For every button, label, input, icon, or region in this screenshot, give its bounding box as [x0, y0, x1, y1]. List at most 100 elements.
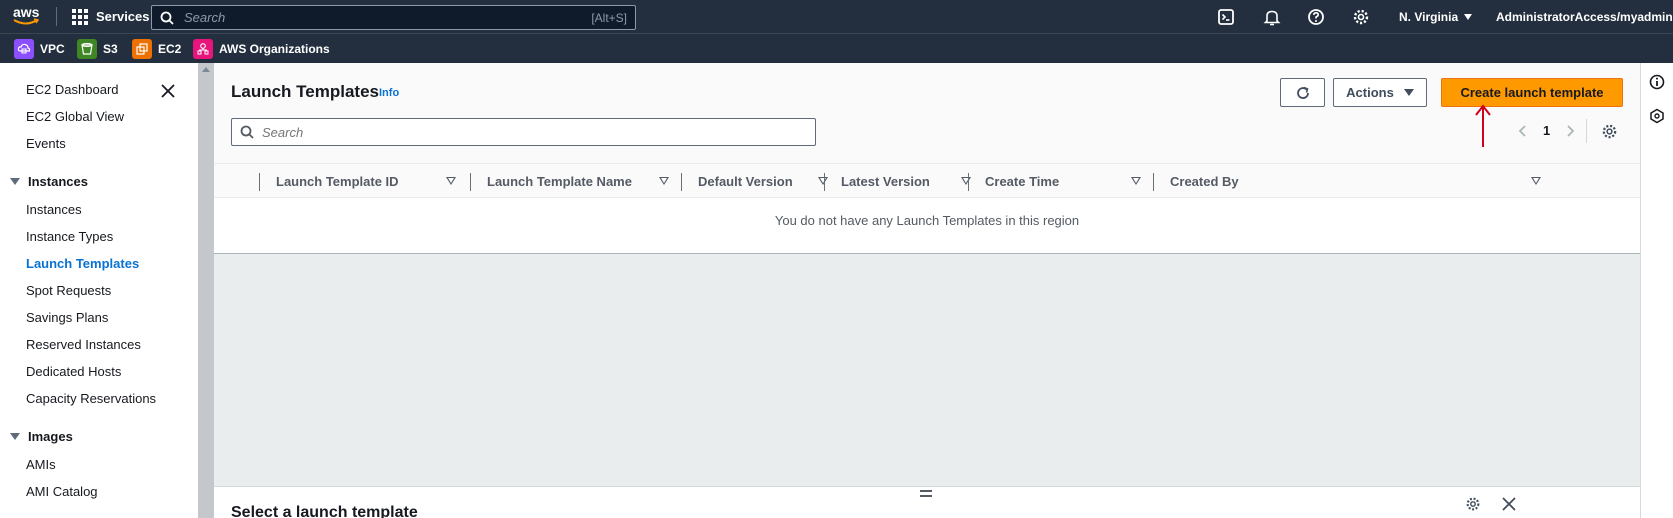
region-selector[interactable]: N. Virginia: [1399, 0, 1473, 33]
sidebar-item-amis[interactable]: AMIs: [26, 457, 56, 472]
previous-page-icon[interactable]: [1517, 124, 1529, 138]
scroll-up-arrow-icon[interactable]: [202, 67, 210, 72]
next-page-icon[interactable]: [1564, 124, 1576, 138]
favorite-label: S3: [103, 42, 118, 56]
split-panel: Select a launch template: [214, 486, 1640, 518]
split-panel-settings-gear-icon[interactable]: [1465, 496, 1481, 512]
search-icon: [160, 11, 174, 25]
column-header-default-version[interactable]: Default Version: [698, 164, 828, 199]
sidebar-item-reserved-instances[interactable]: Reserved Instances: [26, 337, 141, 352]
split-panel-title: Select a launch template: [231, 504, 418, 518]
column-divider[interactable]: [824, 173, 825, 191]
close-icon[interactable]: [1502, 497, 1516, 511]
sidebar-section-title: Images: [28, 429, 73, 444]
create-launch-template-button[interactable]: Create launch template: [1441, 78, 1623, 107]
pagination: 1: [1517, 123, 1576, 138]
services-menu-button[interactable]: Services: [72, 0, 150, 33]
favorite-aws-organizations[interactable]: AWS Organizations: [193, 38, 330, 60]
sidebar-section-images[interactable]: Images: [10, 429, 73, 444]
favorite-ec2[interactable]: EC2: [132, 38, 181, 60]
help-icon[interactable]: [1307, 8, 1325, 26]
sidebar-item-launch-templates[interactable]: Launch Templates: [26, 256, 139, 271]
column-header-label: Launch Template ID: [276, 174, 399, 189]
table-search-field[interactable]: [231, 118, 816, 146]
search-icon: [240, 125, 254, 139]
favorite-label: EC2: [158, 42, 182, 56]
info-link[interactable]: Info: [379, 87, 399, 99]
services-label: Services: [96, 9, 150, 24]
column-header-label: Created By: [1170, 174, 1239, 189]
launch-templates-header: Launch Templates Info Actions Create lau…: [214, 63, 1640, 163]
column-divider: [259, 173, 260, 191]
sidebar-item-ec2-dashboard[interactable]: EC2 Dashboard: [26, 82, 119, 97]
column-divider[interactable]: [681, 173, 682, 191]
cloudshell-icon[interactable]: [1217, 8, 1235, 26]
column-header-create-time[interactable]: Create Time: [985, 164, 1150, 199]
annotation-arrow-icon: [1475, 104, 1491, 147]
sidebar-scrollbar[interactable]: [198, 63, 214, 518]
split-panel-spacer: [214, 254, 1640, 486]
caret-down-icon: [1403, 89, 1414, 96]
sidebar-item-events[interactable]: Events: [26, 136, 66, 151]
s3-service-icon: [77, 39, 97, 59]
table-header: Launch Template ID Launch Template Name …: [214, 163, 1640, 198]
sidebar-item-spot-requests[interactable]: Spot Requests: [26, 283, 111, 298]
column-divider[interactable]: [470, 173, 471, 191]
sidebar-section-title: Instances: [28, 174, 88, 189]
resources-hexagon-icon[interactable]: [1649, 108, 1665, 124]
favorite-vpc[interactable]: VPC: [14, 38, 65, 60]
table-search-input[interactable]: [262, 124, 782, 140]
sidebar-item-ami-catalog[interactable]: AMI Catalog: [26, 484, 98, 499]
ec2-service-icon: [132, 39, 152, 59]
aws-smile-icon: [13, 18, 39, 25]
search-shortcut: [Alt+S]: [591, 10, 627, 25]
page-title: Launch Templates: [231, 82, 379, 101]
column-divider[interactable]: [1153, 173, 1154, 191]
sidebar-navigation: EC2 Dashboard EC2 Global View Events Ins…: [0, 63, 198, 518]
current-page-number[interactable]: 1: [1543, 123, 1550, 138]
close-icon[interactable]: [160, 83, 176, 99]
pager-divider: [1586, 119, 1587, 143]
caret-down-icon: [10, 433, 20, 440]
sort-icon: [1531, 177, 1541, 185]
sort-icon: [961, 177, 971, 185]
sidebar-item-instances[interactable]: Instances: [26, 202, 82, 217]
sidebar-item-instance-types[interactable]: Instance Types: [26, 229, 113, 244]
top-navigation: aws Services Search [Alt+S] N. Virginia …: [0, 0, 1673, 33]
resize-handle-icon[interactable]: [920, 490, 932, 500]
create-launch-template-label: Create launch template: [1460, 85, 1604, 100]
column-header-created-by[interactable]: Created By: [1170, 164, 1550, 199]
sidebar-item-capacity-reservations[interactable]: Capacity Reservations: [26, 391, 156, 406]
sort-icon: [446, 177, 456, 185]
column-header-launch-template-name[interactable]: Launch Template Name: [487, 164, 672, 199]
column-header-launch-template-id[interactable]: Launch Template ID: [276, 164, 461, 199]
actions-label: Actions: [1346, 85, 1394, 100]
column-header-label: Create Time: [985, 174, 1060, 189]
table-preferences-gear-icon[interactable]: [1601, 123, 1618, 140]
nav-divider: [56, 7, 57, 26]
favorite-s3[interactable]: S3: [77, 38, 118, 60]
actions-dropdown-button[interactable]: Actions: [1333, 78, 1427, 107]
column-header-label: Default Version: [698, 174, 793, 189]
info-panel-icon[interactable]: [1649, 74, 1665, 90]
refresh-icon: [1296, 86, 1309, 99]
settings-gear-icon[interactable]: [1352, 8, 1370, 26]
column-header-label: Latest Version: [841, 174, 930, 189]
right-tools-rail: [1640, 63, 1673, 518]
sidebar-item-savings-plans[interactable]: Savings Plans: [26, 310, 108, 325]
sidebar-section-instances[interactable]: Instances: [10, 174, 88, 189]
column-divider[interactable]: [968, 173, 969, 191]
vpc-service-icon: [14, 39, 34, 59]
column-header-latest-version[interactable]: Latest Version: [841, 164, 971, 199]
refresh-button[interactable]: [1280, 78, 1325, 107]
notifications-bell-icon[interactable]: [1263, 8, 1281, 26]
favorites-bar: VPC S3 EC2 AWS Organizations: [0, 33, 1673, 63]
table-empty-message: You do not have any Launch Templates in …: [774, 212, 1080, 228]
account-menu[interactable]: AdministratorAccess/myadmin: [1496, 0, 1673, 33]
sidebar-item-dedicated-hosts[interactable]: Dedicated Hosts: [26, 364, 121, 379]
column-header-label: Launch Template Name: [487, 174, 632, 189]
global-search-input[interactable]: Search [Alt+S]: [151, 5, 636, 30]
services-grid-icon: [72, 8, 88, 25]
sidebar-item-ec2-global-view[interactable]: EC2 Global View: [26, 109, 124, 124]
aws-logo[interactable]: aws: [13, 4, 43, 28]
